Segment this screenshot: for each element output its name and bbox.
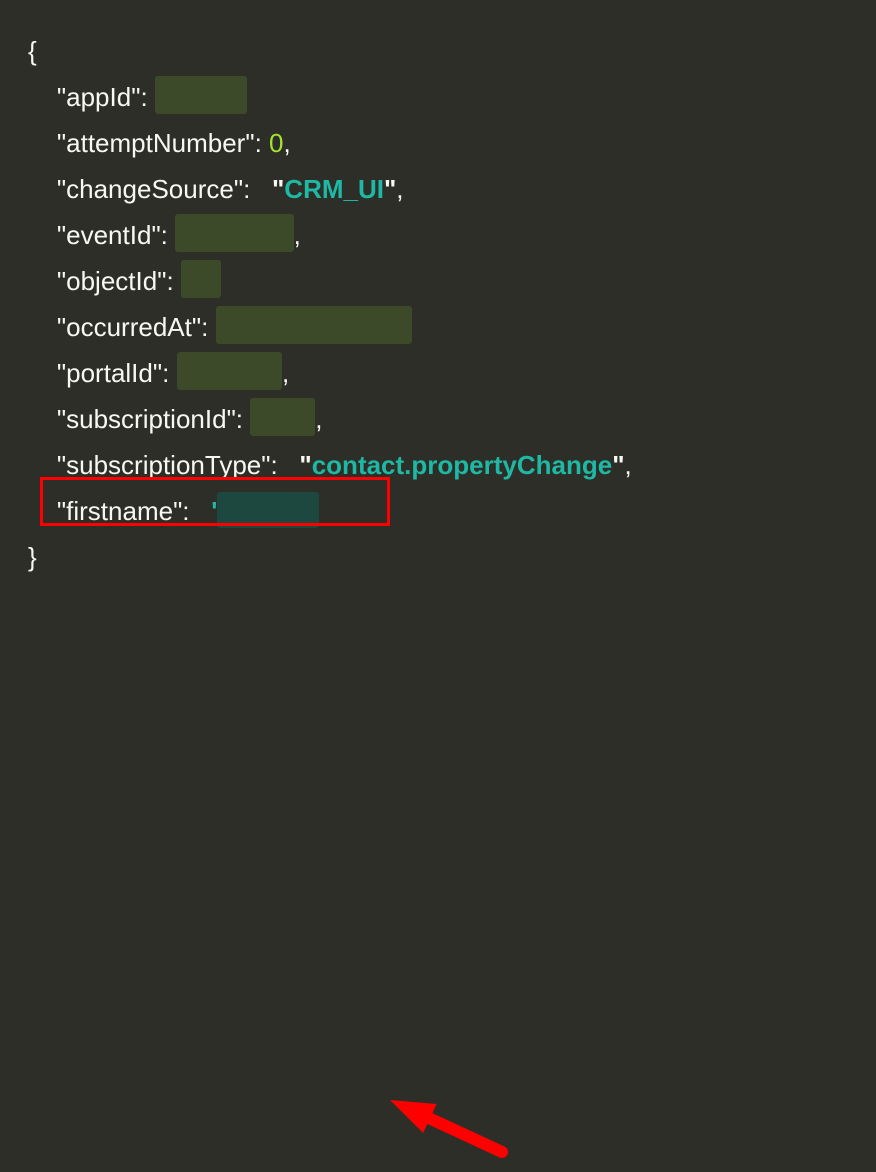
key-quote: ": [153, 358, 162, 388]
code-line-occurredAt: "occurredAt": 1xxxxxxxxxxxxxx: [28, 304, 848, 350]
key-quote: ": [227, 404, 236, 434]
key-quote: ": [57, 266, 66, 296]
colon: :: [270, 450, 277, 480]
comma: ,: [284, 128, 291, 158]
code-line-eventId: "eventId": 2xxxxxxxx,: [28, 212, 848, 258]
value-redacted: 1xx: [181, 258, 221, 304]
indent: [28, 450, 57, 480]
comma: ,: [396, 174, 403, 204]
code-line-attemptNumber: "attemptNumber": 0,: [28, 120, 848, 166]
open-brace: {: [28, 36, 37, 66]
key-quote: ": [57, 404, 66, 434]
colon: :: [201, 312, 208, 342]
code-line-subscriptionType: "subscriptionType": "contact.propertyCha…: [28, 442, 848, 488]
indent: [28, 404, 57, 434]
key: occurredAt: [66, 312, 192, 342]
colon: :: [243, 174, 250, 204]
key: eventId: [66, 220, 151, 250]
value: "CRM_UI": [272, 174, 396, 204]
code-line-firstname: "firstname": 'xxxxxxx: [28, 488, 848, 534]
key-quote: ": [234, 174, 243, 204]
comma: ,: [294, 220, 301, 250]
colon: :: [182, 496, 189, 526]
colon: :: [140, 82, 147, 112]
key-quote: ": [57, 358, 66, 388]
indent: [28, 220, 57, 250]
value-redacted: 2xxxxxxx: [177, 350, 282, 396]
colon: :: [236, 404, 243, 434]
close-brace-row: }: [28, 534, 848, 580]
key: changeSource: [66, 174, 234, 204]
code-line-portalId: "portalId": 2xxxxxxx,: [28, 350, 848, 396]
key-quote: ": [245, 128, 254, 158]
key-quote: ": [57, 128, 66, 158]
code-line-subscriptionId: "subscriptionId": xxxxx,: [28, 396, 848, 442]
indent: [28, 128, 57, 158]
indent: [28, 266, 57, 296]
key: firstname: [66, 496, 173, 526]
key-quote: ": [57, 312, 66, 342]
indent: [28, 82, 57, 112]
value: "contact.propertyChange": [299, 450, 624, 480]
indent: [28, 358, 57, 388]
colon: :: [161, 220, 168, 250]
indent: [28, 174, 57, 204]
key: appId: [66, 82, 131, 112]
key-quote: ": [57, 496, 66, 526]
value-redacted: xxxxx: [250, 396, 315, 442]
comma: ,: [315, 404, 322, 434]
indent: [28, 312, 57, 342]
indent: [28, 496, 57, 526]
colon: :: [162, 358, 169, 388]
key-quote: ": [57, 174, 66, 204]
key-quote: ": [57, 450, 66, 480]
comma: ,: [625, 450, 632, 480]
value: 'xxxxxxx: [211, 496, 318, 526]
json-code-block: { "appId": 2xxxxxx "attemptNumber": 0, "…: [0, 0, 876, 580]
value-redacted: xxxxxxx: [217, 488, 318, 534]
key-quote: ": [57, 82, 66, 112]
highlight-arrow: [0, 580, 876, 1172]
key: objectId: [66, 266, 157, 296]
key: subscriptionId: [66, 404, 226, 434]
key: subscriptionType: [66, 450, 261, 480]
key: attemptNumber: [66, 128, 245, 158]
open-brace-row: {: [28, 28, 848, 74]
code-line-appId: "appId": 2xxxxxx: [28, 74, 848, 120]
value-redacted: 2xxxxxx: [155, 74, 247, 120]
close-brace: }: [28, 542, 37, 572]
value-redacted: 2xxxxxxxx: [175, 212, 293, 258]
comma: ,: [282, 358, 289, 388]
code-line-objectId: "objectId": 1xx: [28, 258, 848, 304]
value-redacted: 1xxxxxxxxxxxxxx: [216, 304, 412, 350]
key-quote: ": [173, 496, 182, 526]
colon: :: [166, 266, 173, 296]
key-quote: ": [57, 220, 66, 250]
code-line-changeSource: "changeSource": "CRM_UI",: [28, 166, 848, 212]
key-quote: ": [151, 220, 160, 250]
value: 0: [269, 128, 283, 158]
colon: :: [255, 128, 262, 158]
key-quote: ": [192, 312, 201, 342]
key: portalId: [66, 358, 153, 388]
